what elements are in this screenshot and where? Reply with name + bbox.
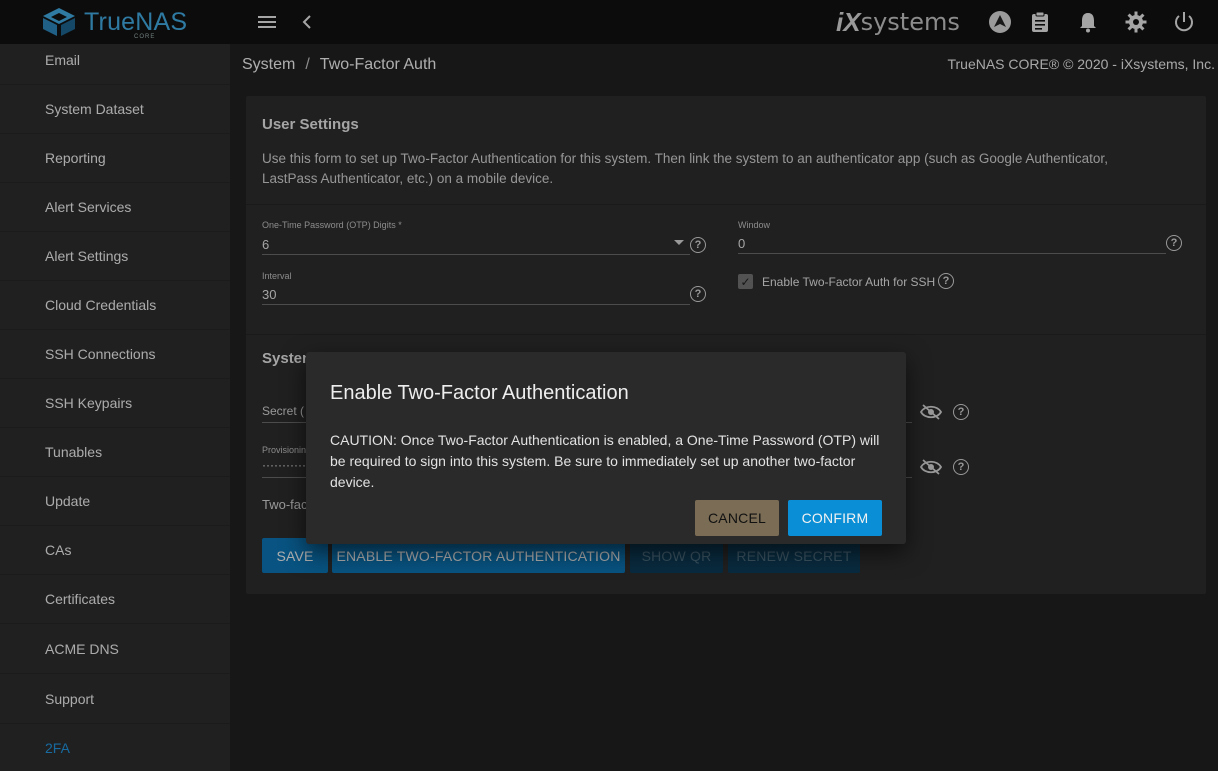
confirm-dialog: Enable Two-Factor Authentication CAUTION…: [306, 352, 906, 544]
dialog-message: CAUTION: Once Two-Factor Authentication …: [330, 432, 880, 490]
cancel-button[interactable]: CANCEL: [695, 500, 779, 536]
dialog-title: Enable Two-Factor Authentication: [330, 382, 629, 404]
confirm-button[interactable]: CONFIRM: [788, 500, 882, 536]
